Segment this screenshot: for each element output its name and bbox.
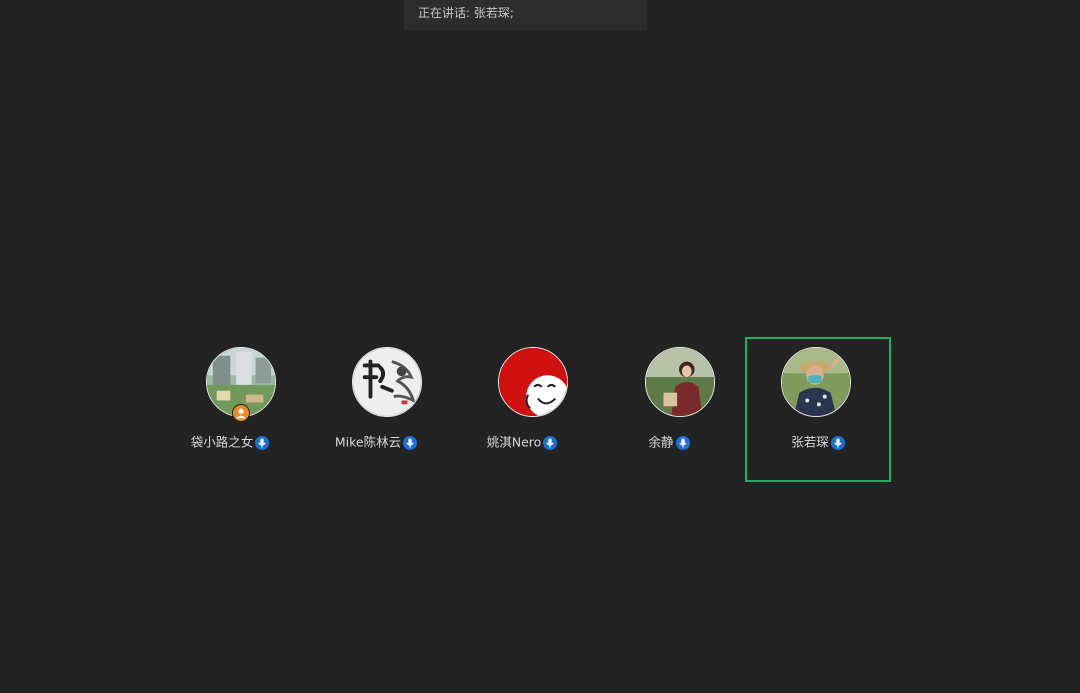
meeting-stage: 正在讲话: 张若琛; 袋小路之女 Mike陈林云 姚淇Nero 余静 张若琛 bbox=[0, 0, 1080, 693]
participant-name-row: 袋小路之女 bbox=[159, 434, 301, 451]
mic-icon bbox=[675, 435, 690, 450]
participant-avatar bbox=[781, 347, 851, 417]
mic-icon bbox=[403, 435, 418, 450]
photo-avatar-icon bbox=[782, 348, 850, 416]
participant-tile-4[interactable]: 余静 bbox=[596, 337, 742, 482]
participant-gallery: 袋小路之女 Mike陈林云 姚淇Nero 余静 张若琛 bbox=[0, 0, 1080, 693]
participant-tile-5-active[interactable]: 张若琛 bbox=[745, 337, 891, 482]
participant-name-row: 姚淇Nero bbox=[451, 434, 593, 451]
participant-avatar bbox=[645, 347, 715, 417]
mic-icon bbox=[830, 435, 845, 450]
participant-avatar bbox=[352, 347, 422, 417]
photo-avatar-icon bbox=[646, 348, 714, 416]
cartoon-face-avatar-icon bbox=[499, 348, 567, 416]
participant-tile-1[interactable]: 袋小路之女 bbox=[157, 337, 303, 482]
participant-name: Mike陈林云 bbox=[334, 434, 402, 450]
participant-tile-3[interactable]: 姚淇Nero bbox=[449, 337, 595, 482]
participant-name: 余静 bbox=[648, 434, 674, 450]
participant-avatar bbox=[498, 347, 568, 417]
participant-name: 姚淇Nero bbox=[486, 434, 542, 450]
host-badge-icon bbox=[232, 404, 250, 422]
participant-name-row: 张若琛 bbox=[747, 434, 889, 451]
participant-name-row: 余静 bbox=[598, 434, 740, 451]
participant-name: 袋小路之女 bbox=[190, 434, 254, 450]
calligraphy-avatar-icon bbox=[353, 348, 421, 416]
participant-tile-2[interactable]: Mike陈林云 bbox=[303, 337, 449, 482]
participant-name-row: Mike陈林云 bbox=[305, 434, 447, 451]
participant-name: 张若琛 bbox=[791, 434, 829, 450]
mic-icon bbox=[543, 435, 558, 450]
mic-icon bbox=[255, 435, 270, 450]
